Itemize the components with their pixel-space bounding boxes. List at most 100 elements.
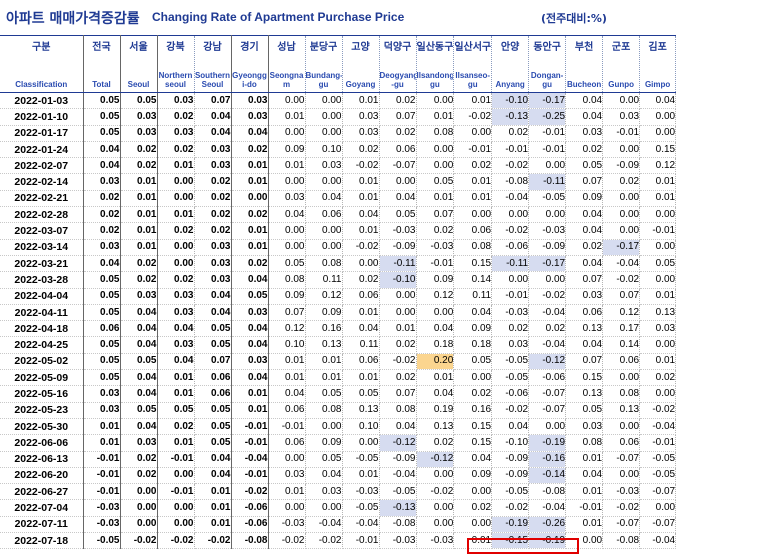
rate-cell: -0.01 — [83, 451, 121, 468]
rate-cell: 0.00 — [157, 499, 195, 517]
table-row: 2022-01-24 0.04 0.02 0.02 0.03 0.02 0.09 0.10 0.… — [0, 141, 677, 159]
rate-cell: -0.05 — [639, 451, 677, 468]
rate-cell: -0.12 — [416, 451, 455, 468]
rate-cell: 0.00 — [639, 499, 677, 517]
rate-cell: 0.00 — [379, 288, 417, 305]
column-header: 동안구 Dongan-gu — [528, 35, 567, 93]
rate-cell: 0.09 — [565, 190, 604, 208]
rate-cell: 0.01 — [231, 157, 269, 175]
rate-cell: 0.01 — [342, 92, 380, 110]
rate-cell: 0.04 — [157, 353, 195, 371]
rate-cell: 0.06 — [268, 402, 306, 419]
column-header-korean: 성남 — [277, 42, 296, 53]
rate-cell: 0.04 — [565, 467, 604, 485]
rate-cell: 0.00 — [305, 239, 343, 256]
rate-cell: 0.06 — [565, 304, 604, 322]
rate-cell: 0.11 — [342, 336, 380, 354]
rate-cell: 0.03 — [194, 239, 232, 256]
rate-cell: 0.08 — [565, 434, 604, 452]
column-header: 일산동구 Ilsandong-gu — [416, 35, 455, 93]
rate-cell: 0.05 — [83, 336, 121, 354]
rate-cell: 0.06 — [342, 288, 380, 305]
column-header: 성남 Seongna m — [268, 35, 306, 93]
column-header: 전국 Total — [83, 35, 121, 93]
highlight-box — [467, 538, 579, 554]
column-header-korean: 동안구 — [533, 42, 561, 53]
rate-cell: 0.01 — [268, 157, 306, 175]
rate-cell: 0.00 — [528, 157, 567, 175]
rate-cell: -0.07 — [602, 516, 641, 534]
rate-cell: 0.00 — [305, 499, 343, 517]
rate-cell: 0.05 — [83, 288, 121, 305]
rate-cell: -0.04 — [231, 451, 269, 468]
rate-cell: -0.08 — [231, 532, 269, 550]
rate-cell: 0.03 — [83, 402, 121, 419]
rate-cell: 0.02 — [194, 206, 232, 224]
rate-cell: 0.00 — [305, 92, 343, 110]
rate-cell: -0.01 — [231, 434, 269, 452]
rate-cell: -0.01 — [528, 125, 567, 142]
rate-cell: 0.05 — [83, 353, 121, 371]
table-row: 2022-06-13 -0.01 0.02 -0.01 0.04 -0.04 0.00 0.0… — [0, 451, 677, 468]
rate-cell: 0.09 — [268, 288, 306, 305]
rate-cell: 0.03 — [268, 467, 306, 485]
rate-cell: 0.15 — [639, 141, 677, 159]
rate-cell: 0.02 — [602, 173, 641, 191]
rate-cell: 0.02 — [83, 190, 121, 208]
rate-cell: 0.15 — [453, 434, 493, 452]
rate-cell: 0.03 — [157, 288, 195, 305]
rate-cell: -0.02 — [491, 222, 530, 240]
rate-cell: 0.04 — [491, 418, 530, 436]
rate-cell: 0.02 — [342, 141, 380, 159]
rate-cell: -0.17 — [602, 239, 641, 256]
rate-cell: 0.01 — [120, 222, 158, 240]
row-date: 2022-02-21 — [0, 190, 84, 208]
rate-cell: 0.01 — [268, 369, 306, 387]
rate-cell: -0.19 — [491, 516, 530, 534]
rate-cell: 0.00 — [602, 369, 641, 387]
row-date: 2022-03-21 — [0, 255, 84, 273]
rate-cell: 0.04 — [120, 320, 158, 338]
table-row: 2022-05-09 0.05 0.04 0.01 0.06 0.04 0.01 0.01 0.… — [0, 369, 677, 387]
column-header-korean: 일산동구 — [416, 42, 454, 53]
rate-cell: 0.03 — [120, 288, 158, 305]
rate-cell: 0.03 — [120, 125, 158, 142]
rate-cell: 0.04 — [194, 304, 232, 322]
rate-cell: 0.04 — [120, 304, 158, 322]
rate-cell: 0.04 — [453, 451, 493, 468]
table-row: 2022-04-18 0.06 0.04 0.04 0.05 0.04 0.12 0.16 0.… — [0, 320, 677, 338]
row-date: 2022-03-28 — [0, 271, 84, 289]
rate-cell: -0.02 — [305, 532, 343, 550]
column-header-english: Anyang — [495, 80, 525, 89]
rate-cell: 0.04 — [639, 92, 677, 110]
rate-cell: 0.04 — [120, 336, 158, 354]
rate-cell: 0.13 — [305, 336, 343, 354]
rate-cell: 0.00 — [268, 173, 306, 191]
row-date: 2022-05-02 — [0, 353, 84, 371]
rate-cell: 0.00 — [157, 190, 195, 208]
rate-cell: 0.01 — [379, 320, 417, 338]
rate-cell: 0.00 — [453, 206, 493, 224]
rate-cell: -0.01 — [83, 467, 121, 485]
rate-cell: 0.00 — [305, 418, 343, 436]
rate-cell: -0.02 — [528, 288, 567, 305]
rate-cell: 0.07 — [416, 206, 455, 224]
rate-cell: -0.16 — [528, 451, 567, 468]
rate-cell: 0.08 — [379, 402, 417, 419]
rate-cell: 0.04 — [231, 125, 269, 142]
rate-cell: -0.06 — [231, 516, 269, 534]
rate-cell: 0.00 — [120, 516, 158, 534]
column-header: 강남 Southern Seoul — [194, 35, 232, 93]
table-row: 2022-02-28 0.02 0.01 0.01 0.02 0.02 0.04 0.06 0.… — [0, 206, 677, 224]
rate-cell: -0.05 — [491, 369, 530, 387]
rate-cell: 0.01 — [157, 385, 195, 403]
rate-cell: 0.01 — [194, 499, 232, 517]
rate-cell: 0.09 — [305, 434, 343, 452]
row-date: 2022-01-17 — [0, 125, 84, 142]
rate-cell: 0.01 — [453, 190, 493, 208]
rate-cell: 0.03 — [305, 157, 343, 175]
rate-cell: 0.05 — [194, 336, 232, 354]
column-header-korean: 전국 — [92, 42, 111, 53]
table-row: 2022-01-10 0.05 0.03 0.02 0.04 0.03 0.01 0.00 0.… — [0, 108, 677, 126]
rate-cell: 0.03 — [565, 418, 604, 436]
